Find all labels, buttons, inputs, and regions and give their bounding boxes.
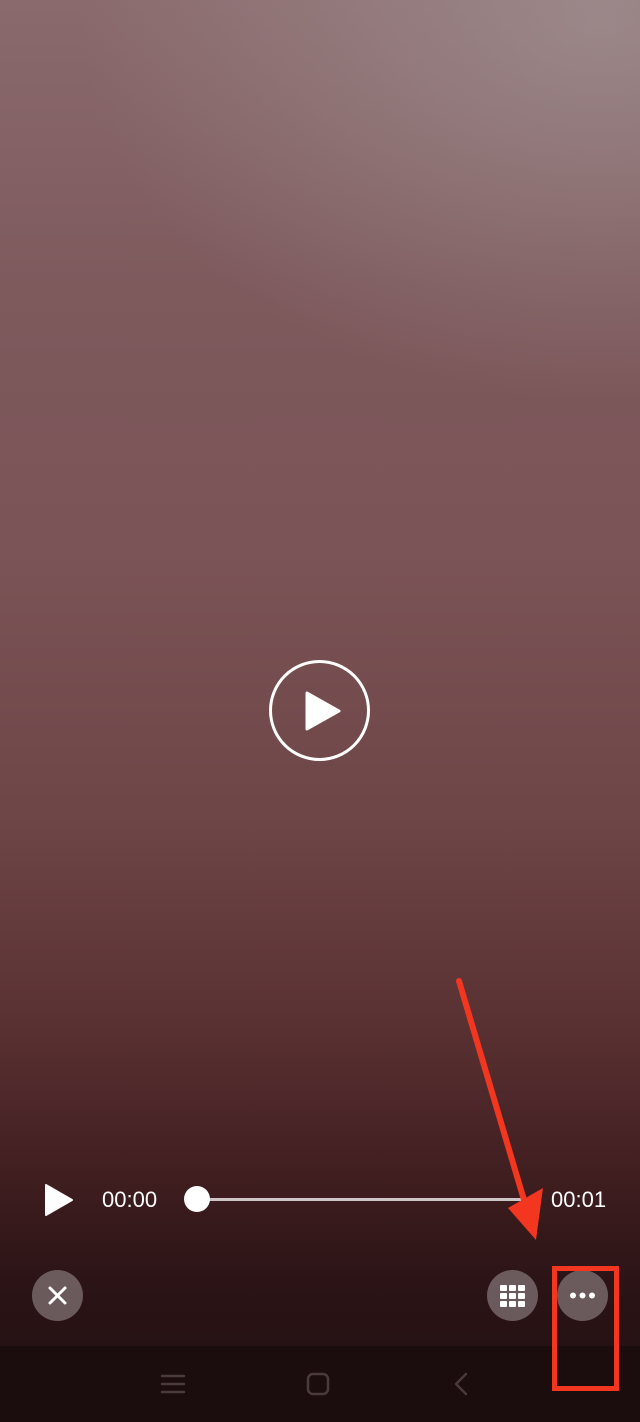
- nav-home-button[interactable]: [302, 1368, 334, 1400]
- current-time: 00:00: [102, 1187, 158, 1212]
- menu-lines-icon: [160, 1374, 186, 1394]
- grid-view-button[interactable]: [487, 1270, 538, 1321]
- video-viewer-screen: 00:00 00:01: [0, 0, 640, 1422]
- playback-controls: 00:00 00:01: [0, 1170, 640, 1230]
- grid-icon: [500, 1285, 525, 1307]
- back-chevron-icon: [454, 1372, 468, 1396]
- home-square-icon: [306, 1372, 330, 1396]
- play-icon: [45, 1184, 73, 1216]
- more-options-button[interactable]: [557, 1270, 608, 1321]
- system-navigation-bar: [0, 1346, 640, 1422]
- more-horizontal-icon: [570, 1292, 595, 1299]
- center-play-button[interactable]: [268, 659, 371, 762]
- close-icon: [48, 1286, 67, 1305]
- play-button[interactable]: [40, 1182, 76, 1218]
- seek-thumb[interactable]: [184, 1186, 210, 1212]
- play-circle-icon: [269, 660, 370, 761]
- seek-bar[interactable]: [197, 1198, 533, 1201]
- close-button[interactable]: [32, 1270, 83, 1321]
- nav-menu-button[interactable]: [157, 1368, 189, 1400]
- nav-back-button[interactable]: [446, 1368, 478, 1400]
- total-duration: 00:01: [551, 1187, 607, 1212]
- annotation-arrow-shaft: [456, 978, 527, 1203]
